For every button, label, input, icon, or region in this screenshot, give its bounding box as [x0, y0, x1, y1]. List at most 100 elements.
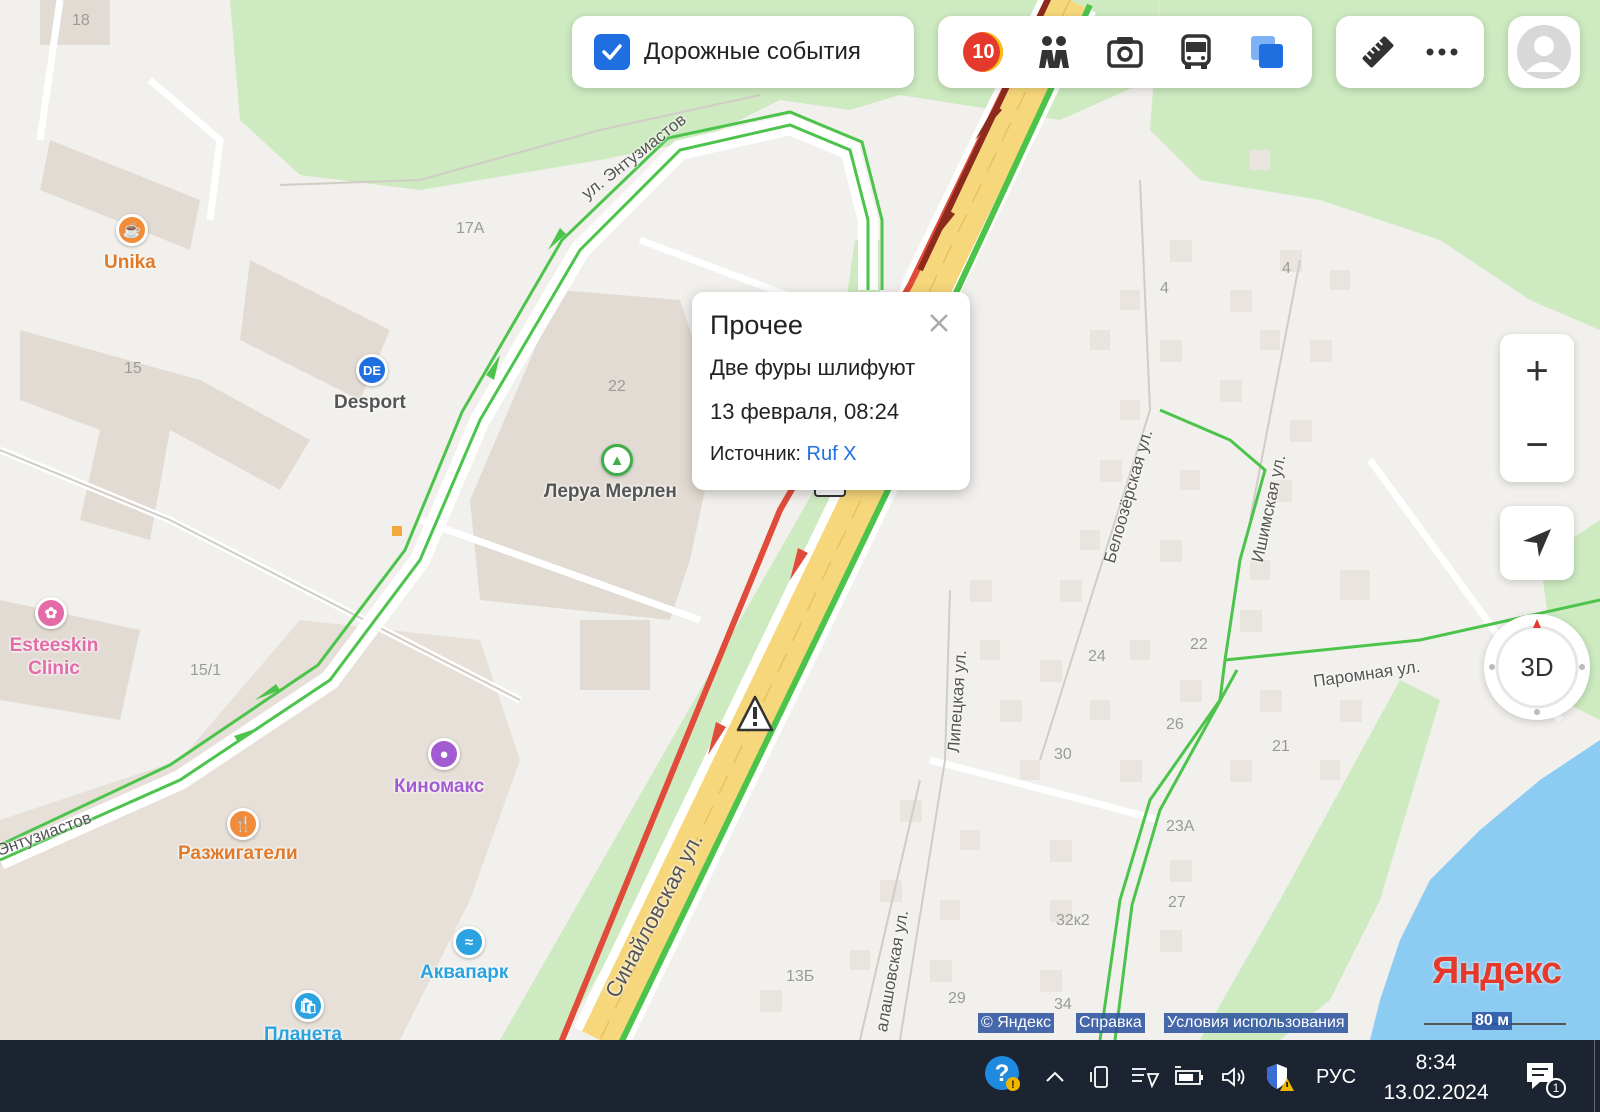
cinema-icon[interactable]: ●: [428, 738, 460, 770]
ruler-icon: [1362, 36, 1394, 68]
house-number: 4: [1282, 260, 1291, 277]
house-number: 27: [1168, 894, 1186, 911]
windows-taskbar: ?! РУС 8:34 13.02.2024 1: [0, 1040, 1600, 1112]
traffic-events-label: Дорожные события: [644, 38, 861, 65]
house-number: 23А: [1166, 818, 1195, 835]
speaker-icon: [1222, 1067, 1245, 1087]
clock-time: 8:34: [1415, 1051, 1457, 1074]
language-indicator[interactable]: РУС: [1310, 1062, 1362, 1092]
popup-source: Источник: Ruf X: [710, 443, 952, 466]
bus-icon: [1181, 34, 1211, 69]
copyright-link[interactable]: © Яндекс: [978, 1013, 1055, 1033]
view-3d-label: 3D: [1520, 651, 1554, 682]
house-number: 29: [948, 990, 966, 1007]
location-arrow-icon: [1523, 529, 1551, 557]
checkbox-checked-icon[interactable]: [594, 34, 630, 70]
house-number: 17А: [456, 220, 485, 237]
hardware-store-icon[interactable]: ▲: [601, 444, 633, 476]
my-location-button[interactable]: [1500, 506, 1574, 580]
battery-plug-icon: [1175, 1066, 1203, 1085]
house-number: 4: [1160, 280, 1169, 297]
house-number: 21: [1272, 738, 1290, 755]
zoom-in-button[interactable]: +: [1500, 334, 1574, 408]
panorama-people-icon: [1039, 36, 1070, 68]
popup-datetime: 13 февраля, 08:24: [710, 399, 900, 424]
security-tray-button[interactable]: [1262, 1062, 1296, 1092]
notifications-button[interactable]: 1: [1524, 1060, 1566, 1100]
traffic-score-badge: 10: [963, 32, 1004, 72]
notification-count-badge: 1: [1546, 1078, 1566, 1098]
pen-menu-icon: [1132, 1068, 1160, 1089]
water-park-icon[interactable]: ≈: [453, 926, 485, 958]
zoom-out-button[interactable]: −: [1500, 408, 1574, 482]
volume-tray-button[interactable]: [1218, 1062, 1250, 1092]
popup-description: Две фуры шлифуют: [710, 355, 916, 380]
house-number: 13Б: [786, 968, 815, 985]
yandex-logo: Яндекс: [1432, 950, 1562, 992]
road-event-popup: Прочее Две фуры шлифуют 13 февраля, 08:2…: [692, 292, 970, 490]
shopping-mall-icon[interactable]: 🛍: [292, 990, 324, 1022]
poi-label-leroy-merlin[interactable]: Леруа Мерлен: [544, 481, 677, 503]
more-dots-icon: [1426, 48, 1458, 56]
poi-label-akvapark[interactable]: Аквапарк: [420, 962, 508, 984]
more-button[interactable]: [1419, 29, 1465, 75]
house-number: 15: [124, 360, 142, 377]
clock-date: 13.02.2024: [1383, 1081, 1489, 1104]
layers-icon: [1250, 36, 1283, 68]
beauty-clinic-icon[interactable]: ✿: [35, 597, 67, 629]
terms-link[interactable]: Условия использования: [1164, 1013, 1348, 1033]
device-tray-button[interactable]: [1086, 1062, 1116, 1092]
show-hidden-icons-button[interactable]: [1040, 1062, 1070, 1092]
popup-category: Прочее: [710, 310, 803, 340]
house-number: 15/1: [190, 662, 222, 679]
popup-source-label: Источник:: [710, 443, 801, 465]
poi-label-razzhigateli[interactable]: Разжигатели: [178, 843, 298, 865]
traffic-events-toggle[interactable]: Дорожные события: [572, 16, 914, 88]
traffic-score-button[interactable]: 10: [960, 29, 1006, 75]
battery-tray-button[interactable]: [1172, 1062, 1206, 1092]
house-number: 32к2: [1056, 912, 1090, 929]
compass-3d-control[interactable]: 3D: [1484, 614, 1590, 720]
photo-layer-button[interactable]: [1102, 29, 1148, 75]
house-number: 22: [608, 378, 626, 395]
map-canvas[interactable]: [0, 0, 1600, 1040]
house-number: 18: [72, 12, 90, 29]
house-number: 22: [1190, 636, 1208, 653]
scale-bar: 80 м: [1424, 1012, 1566, 1036]
help-tray-button[interactable]: ?!: [980, 1056, 1024, 1091]
poi-label-unika[interactable]: Unika: [104, 252, 156, 274]
panorama-people-button[interactable]: [1031, 29, 1077, 75]
house-number: 24: [1088, 648, 1106, 665]
cafe-icon[interactable]: ☕: [116, 214, 148, 246]
zoom-controls: + −: [1500, 334, 1574, 482]
clock[interactable]: 8:34 13.02.2024: [1374, 1048, 1498, 1108]
avatar-icon: [1517, 25, 1571, 79]
svg-text:!: !: [1011, 1079, 1015, 1091]
house-number: 30: [1054, 746, 1072, 763]
ruler-button[interactable]: [1355, 29, 1401, 75]
layers-toolbar: 10: [938, 16, 1312, 88]
transit-layer-button[interactable]: [1173, 29, 1219, 75]
help-icon: ?!: [985, 1056, 1020, 1091]
popup-source-link[interactable]: Ruf X: [807, 443, 857, 465]
restaurant-icon[interactable]: 🍴: [227, 808, 259, 840]
house-number: 34: [1054, 996, 1072, 1013]
popup-close-button[interactable]: [926, 310, 952, 336]
camera-icon: [1107, 37, 1143, 68]
map-layers-button[interactable]: [1244, 29, 1290, 75]
scale-label: 80 м: [1472, 1012, 1513, 1030]
device-icon: [1090, 1066, 1108, 1088]
shield-warning-icon: [1267, 1064, 1294, 1091]
poi-label-esteeskin[interactable]: Esteeskin Clinic: [4, 634, 104, 680]
poi-label-kinomaks[interactable]: Киномакс: [394, 776, 484, 798]
chevron-up-icon: [1046, 1071, 1064, 1082]
help-link[interactable]: Справка: [1076, 1013, 1145, 1033]
input-indicator-button[interactable]: [1128, 1062, 1162, 1092]
house-number: 26: [1166, 716, 1184, 733]
tools-toolbar: [1336, 16, 1484, 88]
user-avatar-button[interactable]: [1508, 16, 1580, 88]
poi-label-desport[interactable]: Desport: [334, 392, 406, 414]
sport-store-icon[interactable]: DE: [356, 354, 388, 386]
close-icon: [930, 314, 948, 332]
show-desktop-button[interactable]: [1594, 1040, 1600, 1112]
